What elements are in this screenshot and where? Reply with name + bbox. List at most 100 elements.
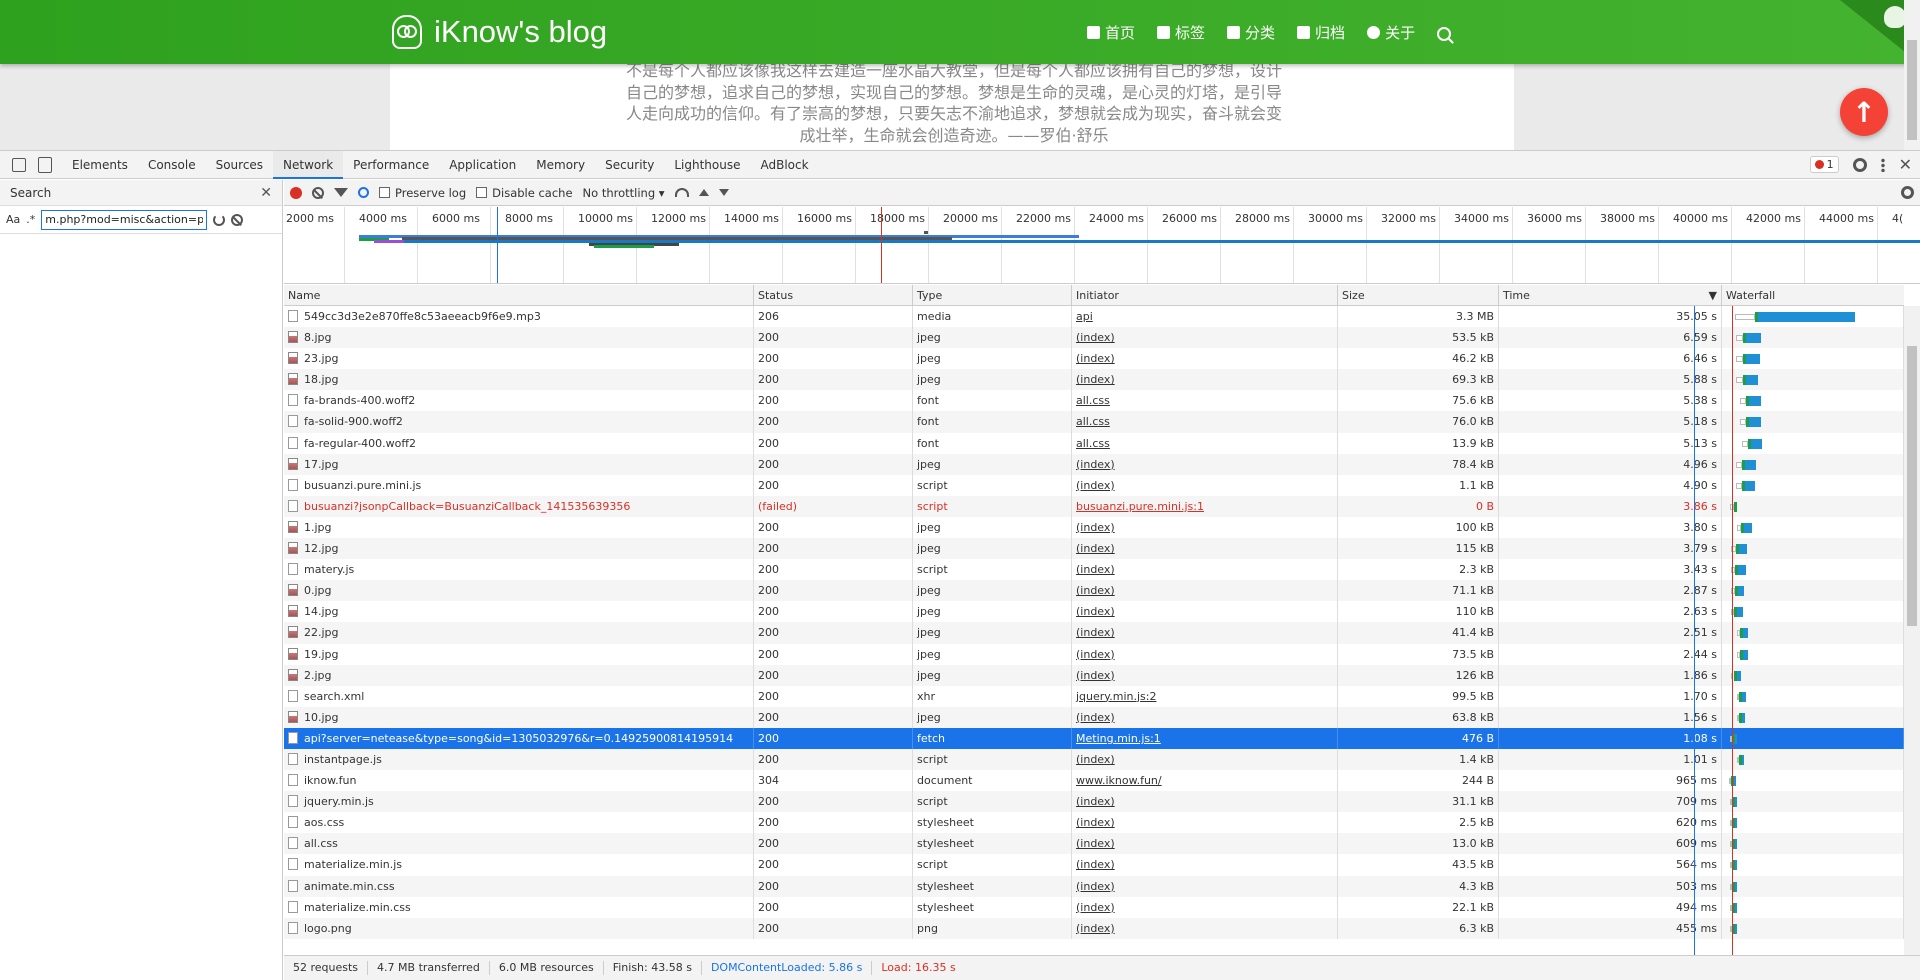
table-row[interactable]: materialize.min.css 200 stylesheet (index) 2… [284,896,1904,918]
refresh-icon[interactable] [213,213,226,226]
request-name[interactable]: animate.min.css [284,875,754,897]
nav-about[interactable]: 关于 [1367,22,1415,43]
tab-network[interactable]: Network [273,150,344,179]
column-size[interactable]: Size [1338,285,1499,305]
request-initiator[interactable]: all.css [1072,411,1338,433]
request-name[interactable]: 8.jpg [284,327,754,349]
more-options-icon[interactable] [1880,157,1885,172]
request-initiator[interactable]: jquery.min.js:2 [1072,685,1338,707]
table-row[interactable]: animate.min.css 200 stylesheet (index) 4.3 k… [284,875,1904,897]
table-row[interactable]: fa-solid-900.woff2 200 font all.css 76.0 kB 5… [284,411,1904,433]
nav-tags[interactable]: 标签 [1157,22,1205,43]
request-initiator[interactable]: (index) [1072,474,1338,496]
table-row[interactable]: fa-regular-400.woff2 200 font all.css 13.9 k… [284,432,1904,454]
initiator-link[interactable]: (index) [1076,858,1115,871]
initiator-link[interactable]: www.iknow.fun/ [1076,774,1162,787]
request-initiator[interactable]: api [1072,306,1338,328]
request-initiator[interactable]: (index) [1072,453,1338,475]
request-initiator[interactable]: (index) [1072,622,1338,644]
network-conditions-icon[interactable] [674,188,689,197]
request-name[interactable]: matery.js [284,559,754,581]
request-name[interactable]: busuanzi?jsonpCallback=BusuanziCallback_… [284,495,754,517]
table-row[interactable]: 8.jpg 200 jpeg (index) 53.5 kB 6.59 s [284,327,1904,349]
table-row[interactable]: jquery.min.js 200 script (index) 31.1 kB 709 … [284,791,1904,813]
table-row[interactable]: 549cc3d3e2e870ffe8c53aeeacb9f6e9.mp3 206 m… [284,306,1904,328]
request-initiator[interactable]: (index) [1072,601,1338,623]
table-row[interactable]: 14.jpg 200 jpeg (index) 110 kB 2.63 s [284,601,1904,623]
table-row[interactable]: 22.jpg 200 jpeg (index) 41.4 kB 2.51 s [284,622,1904,644]
tab-console[interactable]: Console [138,151,206,179]
table-row[interactable]: search.xml 200 xhr jquery.min.js:2 99.5 kB 1.… [284,685,1904,707]
request-initiator[interactable]: (index) [1072,559,1338,581]
tab-lighthouse[interactable]: Lighthouse [664,151,750,179]
request-name[interactable]: materialize.min.css [284,896,754,918]
table-row[interactable]: 17.jpg 200 jpeg (index) 78.4 kB 4.96 s [284,453,1904,475]
filter-icon[interactable] [334,188,348,197]
tab-sources[interactable]: Sources [206,151,273,179]
tab-adblock[interactable]: AdBlock [751,151,819,179]
request-name[interactable]: 22.jpg [284,622,754,644]
table-row[interactable]: materialize.min.js 200 script (index) 43.5 k… [284,854,1904,876]
request-initiator[interactable]: (index) [1072,327,1338,349]
column-status[interactable]: Status [754,285,913,305]
table-row[interactable]: busuanzi?jsonpCallback=BusuanziCallback_… [284,495,1904,517]
request-name[interactable]: 18.jpg [284,369,754,391]
request-initiator[interactable]: (index) [1072,348,1338,370]
tab-memory[interactable]: Memory [526,151,595,179]
initiator-link[interactable]: api [1076,310,1093,323]
initiator-link[interactable]: jquery.min.js:2 [1076,690,1156,703]
table-row[interactable]: 0.jpg 200 jpeg (index) 71.1 kB 2.87 s [284,580,1904,602]
tab-application[interactable]: Application [439,151,526,179]
request-initiator[interactable]: (index) [1072,854,1338,876]
request-name[interactable]: 10.jpg [284,706,754,728]
request-name[interactable]: 19.jpg [284,643,754,665]
request-name[interactable]: busuanzi.pure.mini.js [284,474,754,496]
initiator-link[interactable]: (index) [1076,922,1115,935]
device-toolbar-icon[interactable] [38,156,52,173]
initiator-link[interactable]: (index) [1076,753,1115,766]
request-name[interactable]: 17.jpg [284,453,754,475]
request-initiator[interactable]: www.iknow.fun/ [1072,770,1338,792]
tab-performance[interactable]: Performance [343,151,439,179]
table-row[interactable]: api?server=netease&type=song&id=13050329… [284,727,1904,749]
back-to-top-button[interactable]: ↑ [1840,88,1888,136]
request-name[interactable]: 1.jpg [284,516,754,539]
request-name[interactable]: fa-solid-900.woff2 [284,411,754,433]
clear-search-icon[interactable] [231,213,244,226]
request-initiator[interactable]: all.css [1072,390,1338,412]
request-initiator[interactable]: Meting.min.js:1 [1072,727,1338,749]
request-initiator[interactable]: (index) [1072,664,1338,686]
request-initiator[interactable]: (index) [1072,538,1338,560]
table-row[interactable]: logo.png 200 png (index) 6.3 kB 455 ms [284,917,1904,939]
request-name[interactable]: api?server=netease&type=song&id=13050329… [284,727,754,749]
request-initiator[interactable]: (index) [1072,580,1338,602]
table-row[interactable]: 10.jpg 200 jpeg (index) 63.8 kB 1.56 s [284,706,1904,728]
search-icon[interactable] [358,187,369,198]
table-row[interactable]: 18.jpg 200 jpeg (index) 69.3 kB 5.88 s [284,369,1904,391]
initiator-link[interactable]: (index) [1076,795,1115,808]
regex-button[interactable]: .* [26,213,35,226]
disable-cache-checkbox[interactable]: Disable cache [476,186,573,200]
request-initiator[interactable]: (index) [1072,369,1338,391]
initiator-link[interactable]: (index) [1076,816,1115,829]
table-row[interactable]: 1.jpg 200 jpeg (index) 100 kB 3.80 s [284,516,1904,539]
initiator-link[interactable]: (index) [1076,880,1115,893]
request-initiator[interactable]: busuanzi.pure.mini.js:1 [1072,495,1338,517]
initiator-link[interactable]: all.css [1076,394,1110,407]
initiator-link[interactable]: (index) [1076,479,1115,492]
export-har-icon[interactable] [718,189,729,196]
request-name[interactable]: 549cc3d3e2e870ffe8c53aeeacb9f6e9.mp3 [284,306,754,328]
initiator-link[interactable]: (index) [1076,605,1115,618]
site-logo[interactable]: iKnow's blog [392,14,607,50]
initiator-link[interactable]: (index) [1076,542,1115,555]
close-search-icon[interactable]: ✕ [260,186,272,200]
request-name[interactable]: search.xml [284,685,754,707]
request-initiator[interactable]: (index) [1072,516,1338,539]
request-initiator[interactable]: (index) [1072,791,1338,813]
table-scrollbar-thumb[interactable] [1907,346,1917,626]
request-name[interactable]: fa-brands-400.woff2 [284,390,754,412]
initiator-link[interactable]: busuanzi.pure.mini.js:1 [1076,500,1204,513]
nav-categories[interactable]: 分类 [1227,22,1275,43]
page-scrollbar-thumb[interactable] [1907,40,1917,140]
table-row[interactable]: instantpage.js 200 script (index) 1.4 kB 1.01… [284,748,1904,771]
